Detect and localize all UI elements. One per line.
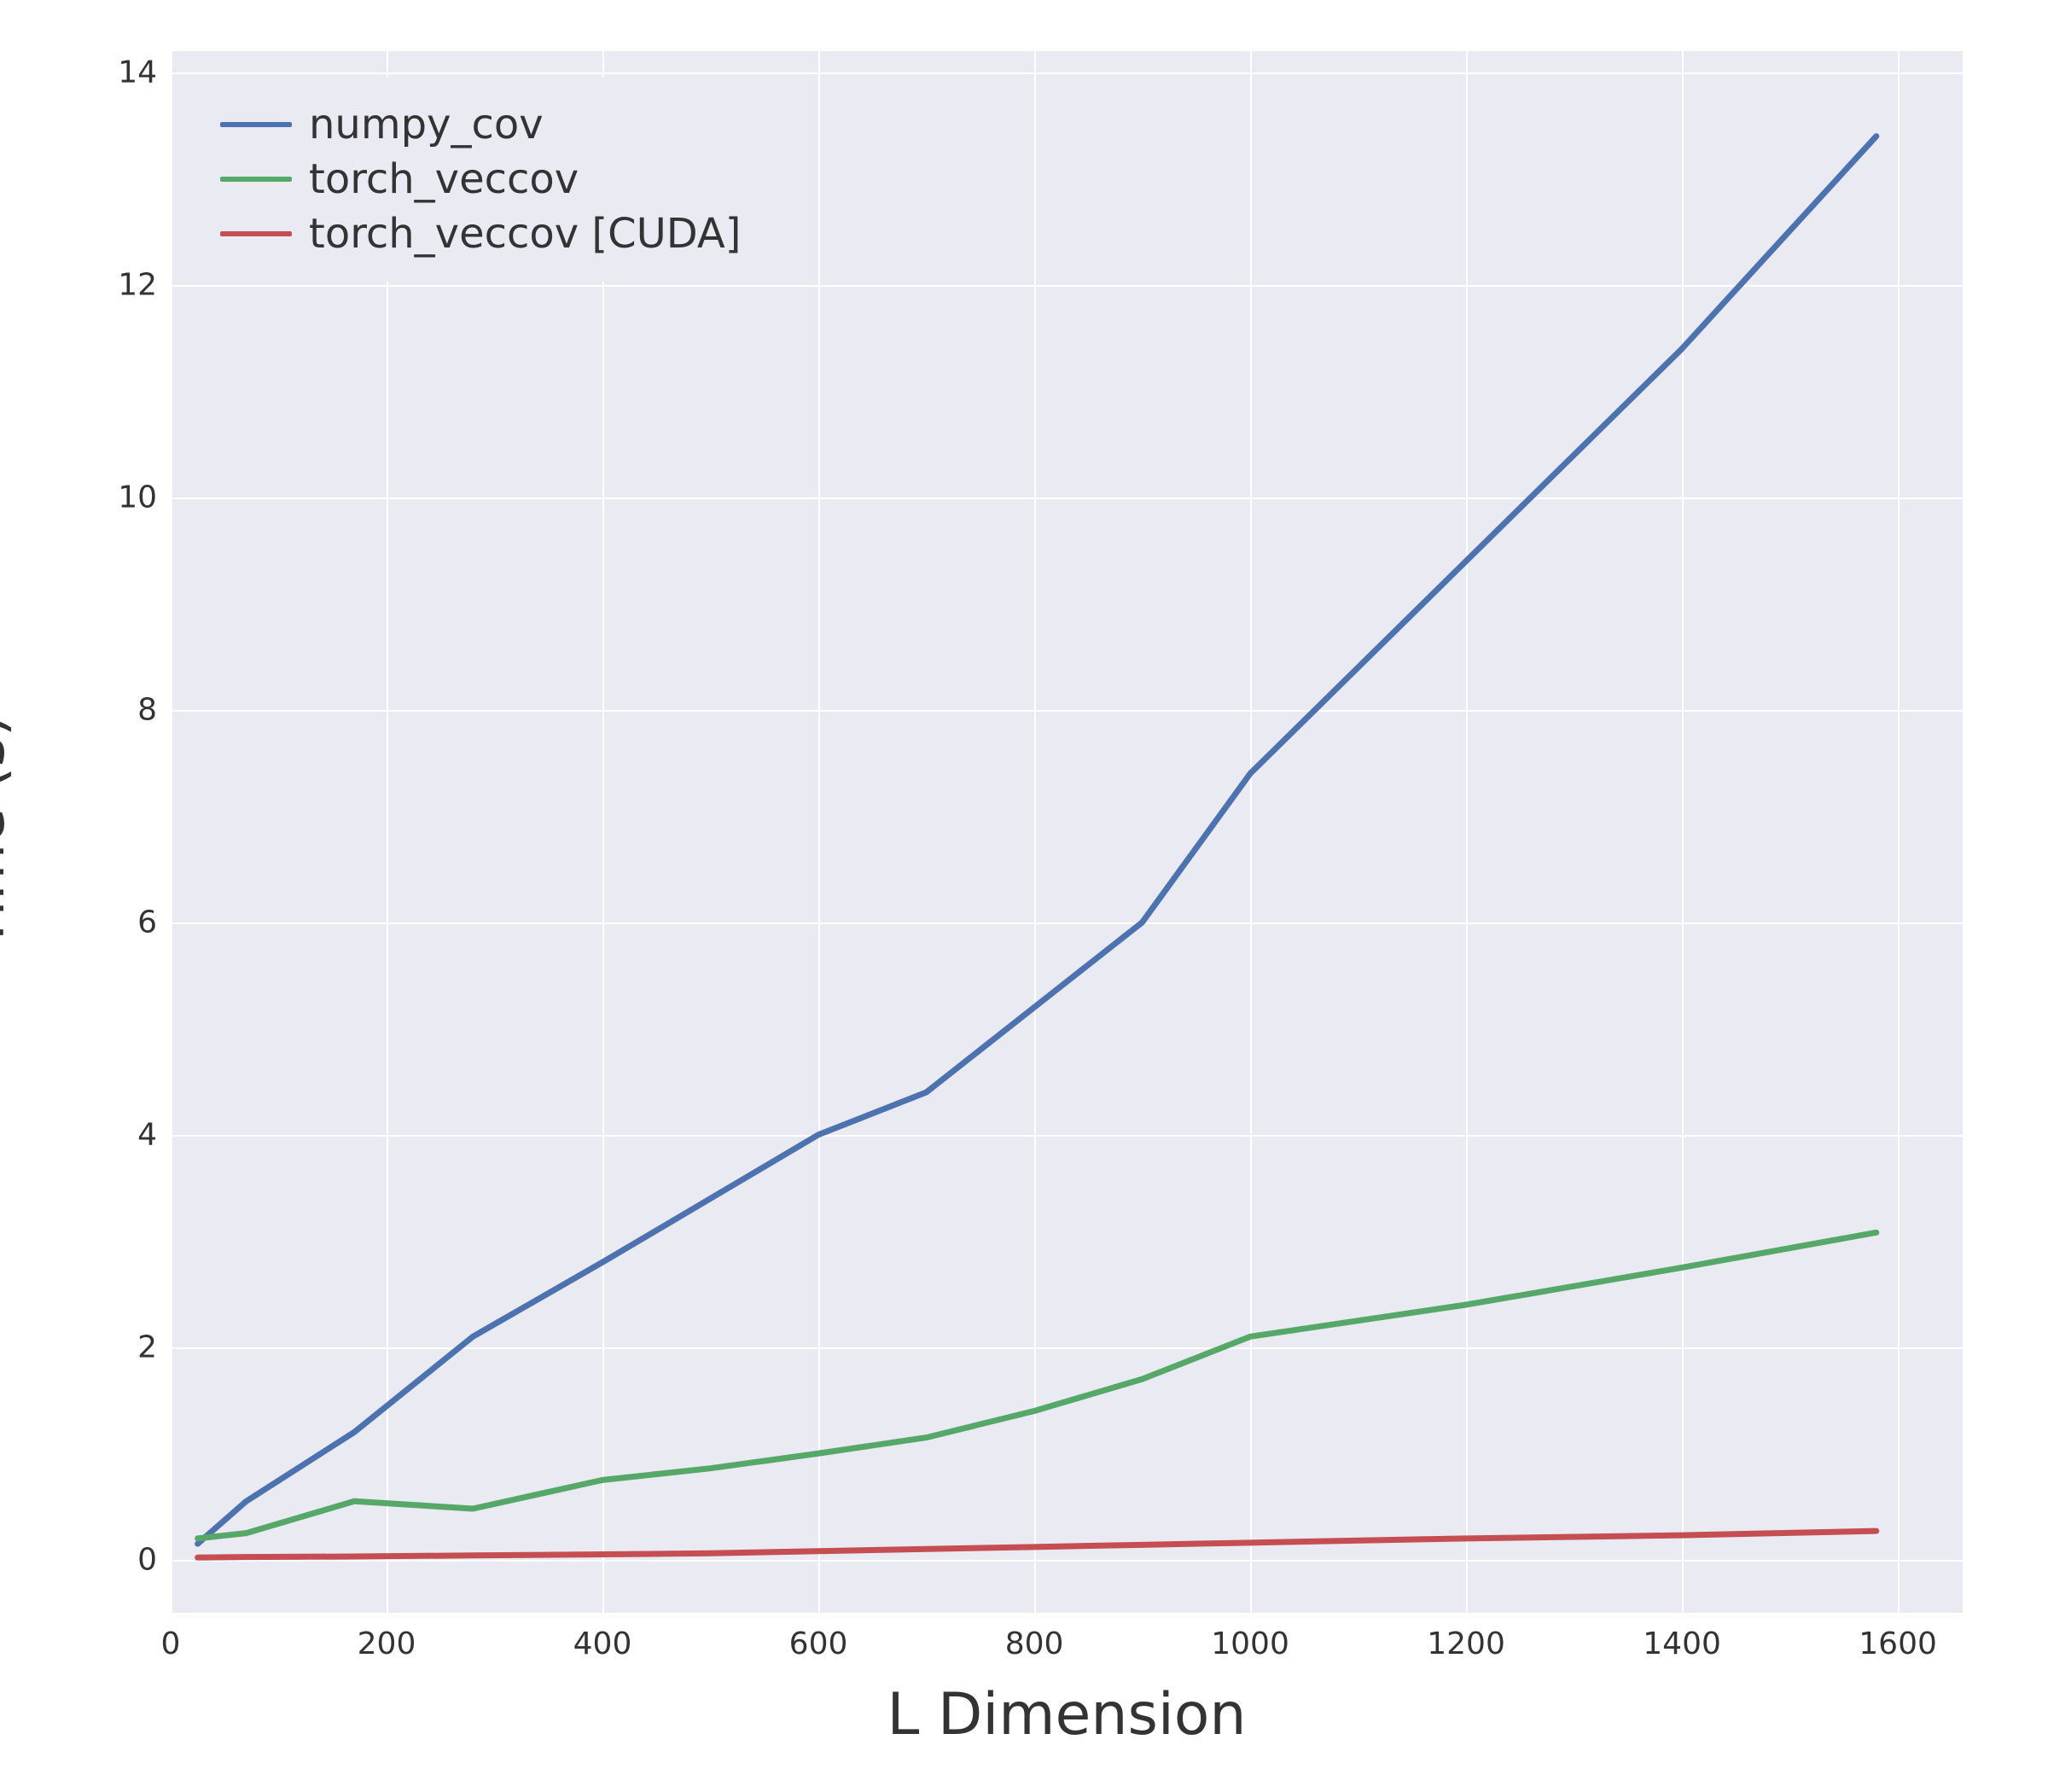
- chart-plot-area: numpy_cov torch_veccov torch_veccov [CUD…: [171, 51, 1963, 1613]
- series-line: [198, 1232, 1876, 1539]
- x-tick-label: 0: [161, 1626, 181, 1661]
- legend-swatch: [220, 122, 292, 127]
- legend-label: torch_veccov [CUDA]: [309, 210, 741, 258]
- x-tick-label: 400: [573, 1626, 632, 1661]
- series-line: [198, 137, 1876, 1544]
- x-tick-label: 200: [358, 1626, 416, 1661]
- x-tick-label: 800: [1005, 1626, 1064, 1661]
- chart-legend: numpy_cov torch_veccov torch_veccov [CUD…: [196, 77, 765, 282]
- legend-label: torch_veccov: [309, 155, 579, 203]
- legend-swatch: [220, 231, 292, 236]
- legend-entry: numpy_cov: [220, 101, 741, 148]
- y-tick-label: 12: [118, 267, 157, 302]
- y-tick-label: 6: [137, 905, 157, 940]
- legend-entry: torch_veccov: [220, 155, 741, 203]
- y-tick-label: 0: [137, 1542, 157, 1577]
- x-tick-label: 1400: [1643, 1626, 1721, 1661]
- x-tick-label: 600: [789, 1626, 848, 1661]
- x-tick-label: 1600: [1859, 1626, 1937, 1661]
- y-tick-label: 8: [137, 692, 157, 727]
- legend-entry: torch_veccov [CUDA]: [220, 210, 741, 258]
- chart-lines: [171, 51, 1963, 1613]
- series-line: [198, 1531, 1876, 1557]
- legend-swatch: [220, 177, 292, 182]
- x-tick-label: 1000: [1211, 1626, 1289, 1661]
- y-tick-label: 2: [137, 1329, 157, 1364]
- y-tick-label: 14: [118, 55, 157, 90]
- legend-label: numpy_cov: [309, 101, 544, 148]
- y-axis-label: Time (s): [0, 714, 18, 951]
- y-tick-label: 10: [118, 480, 157, 515]
- y-tick-label: 4: [137, 1117, 157, 1152]
- x-axis-label: L Dimension: [887, 1681, 1247, 1748]
- x-tick-label: 1200: [1427, 1626, 1505, 1661]
